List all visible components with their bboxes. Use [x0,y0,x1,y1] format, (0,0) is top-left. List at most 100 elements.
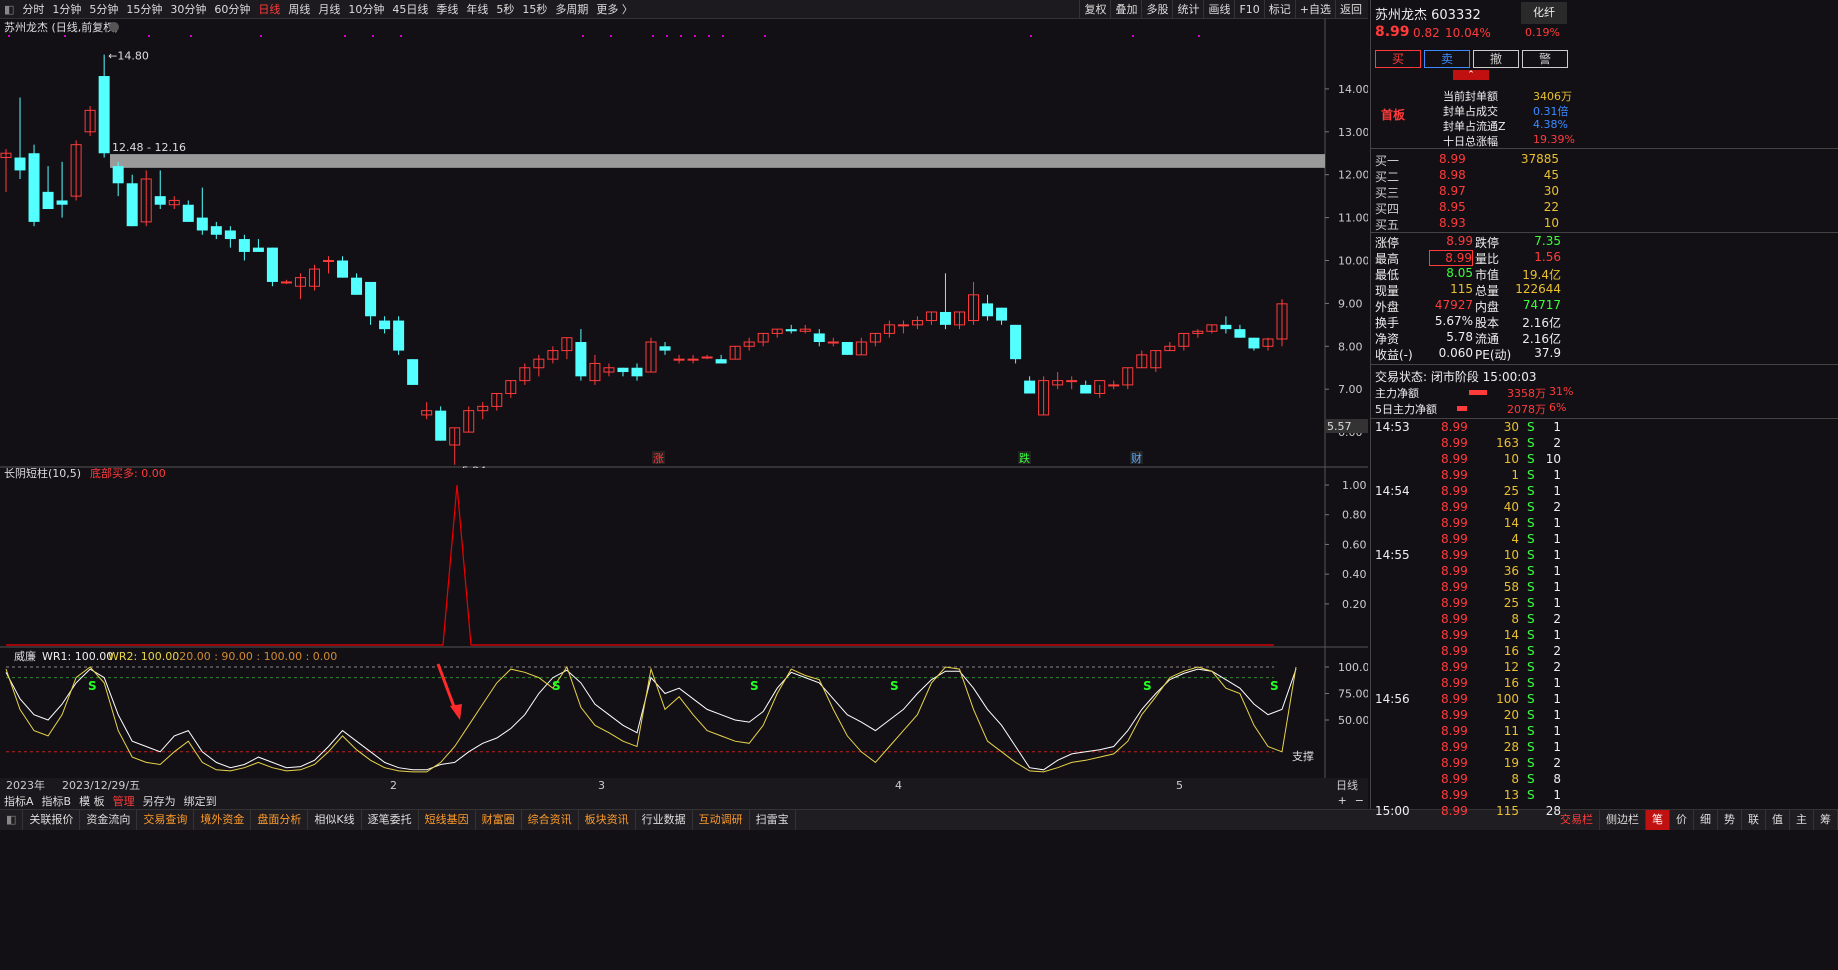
period-7[interactable]: 周线 [284,0,314,19]
layout-icon[interactable]: ◧ [0,0,18,19]
candle-body [182,204,194,222]
indicator-tab-4[interactable]: 另存为 [139,793,180,809]
period-1[interactable]: 1分钟 [48,0,85,19]
bottom-item-11[interactable]: 行业数据 [636,810,693,830]
period-4[interactable]: 30分钟 [166,0,210,19]
period-11[interactable]: 季线 [432,0,462,19]
side-tab-0[interactable]: 笔 [1646,810,1670,830]
bottom-item-8[interactable]: 财富圈 [476,810,522,830]
toolbar-btn-1[interactable]: 叠加 [1110,0,1141,19]
side-tab-2[interactable]: 细 [1694,810,1718,830]
indicator-tab-0[interactable]: 指标A [0,793,38,809]
toolbar-btn-8[interactable]: 返回 [1335,0,1366,19]
signal-dot [708,35,710,37]
toolbar-btn-7[interactable]: +自选 [1294,0,1335,19]
toolbar-btn-6[interactable]: 标记 [1263,0,1295,19]
bottom-item-7[interactable]: 短线基因 [419,810,476,830]
candle-body [14,157,26,171]
tick-side: S [1527,740,1535,754]
period-12[interactable]: 年线 [462,0,492,19]
indicator-tab-1[interactable]: 指标B [38,793,76,809]
candle-body [154,196,166,205]
period-14[interactable]: 15秒 [518,0,551,19]
bottom-item-10[interactable]: 板块资讯 [579,810,636,830]
tick-volume: 8 [1511,612,1519,626]
period-15[interactable]: 多周期 [551,0,592,19]
action-3[interactable]: 警 [1522,50,1568,68]
signal-dot [1030,35,1032,37]
candle[interactable] [435,406,447,441]
event-marker[interactable]: 涨 [653,452,664,465]
collapse-icon[interactable]: ⌃ [1453,70,1489,80]
period-9[interactable]: 10分钟 [344,0,388,19]
bottom-item-13[interactable]: 扫雷宝 [750,810,796,830]
chart-options-icon[interactable] [109,22,119,32]
ytick-label: 14.00 [1338,83,1368,96]
action-1[interactable]: 卖 [1424,50,1470,68]
ind2-tick-label: 100.0 [1338,661,1368,674]
indicator-tab-5[interactable]: 绑定到 [180,793,221,809]
period-6[interactable]: 日线 [254,0,284,19]
candle[interactable] [1010,324,1022,364]
candle[interactable] [407,359,419,385]
bottom-item-12[interactable]: 互动调研 [693,810,750,830]
toolbar-btn-2[interactable]: 多股 [1141,0,1172,19]
sector-tag[interactable]: 化纤 [1521,2,1567,24]
period-3[interactable]: 15分钟 [122,0,166,19]
indicator-tab-2[interactable]: 模 板 [75,793,109,809]
bottom-item-6[interactable]: 逐笔委托 [362,810,419,830]
period-13[interactable]: 5秒 [492,0,518,19]
toolbar-btn-0[interactable]: 复权 [1079,0,1110,19]
xaxis-label: 4 [895,779,902,792]
indicator-williams[interactable]: 威廉 WR1: 100.00WR2: 100.00: 20.00 : 90.00 … [0,648,1368,778]
action-0[interactable]: 买 [1375,50,1421,68]
period-16[interactable]: 更多 〉 [592,0,637,19]
period-2[interactable]: 5分钟 [85,0,122,19]
signal-dot [1132,35,1134,37]
side-tab-3[interactable]: 势 [1718,810,1742,830]
toolbar-btn-3[interactable]: 统计 [1172,0,1203,19]
price-chart[interactable]: 14.0013.0012.0011.0010.009.008.007.006.0… [0,19,1368,468]
bottom-item-1[interactable]: 资金流向 [80,810,138,830]
period-5[interactable]: 60分钟 [210,0,254,19]
bottom-layout-icon[interactable]: ◧ [0,810,24,830]
zoom-in-button[interactable]: + [1334,794,1351,807]
stat-value: 19.4亿 [1522,268,1561,282]
tick-price: 8.99 [1441,484,1468,498]
bid-label: 买五 [1375,218,1400,232]
side-tab-1[interactable]: 价 [1670,810,1694,830]
sidebar-button[interactable]: 侧边栏 [1600,810,1646,830]
tick-volume: 163 [1496,436,1519,450]
period-8[interactable]: 月线 [314,0,344,19]
bottom-item-4[interactable]: 盘面分析 [251,810,309,830]
candle-body [98,76,110,154]
candle[interactable] [28,144,40,227]
tick-volume: 10 [1503,548,1519,562]
bottom-item-9[interactable]: 综合资讯 [522,810,579,830]
candle[interactable] [841,342,853,355]
candle[interactable] [393,316,405,355]
first-board-label: 首板 [1381,108,1406,122]
xaxis-label: 3 [598,779,605,792]
zoom-out-button[interactable]: − [1351,794,1368,807]
bottom-item-2[interactable]: 交易查询 [137,810,195,830]
indicator-long-yin[interactable]: 长阴短柱(10,5) 底部买多: 0.00 1.00 0.80 0.60 0.40 0.20 [0,468,1368,648]
period-0[interactable]: 分时 [18,0,48,19]
event-marker[interactable]: 跌 [1019,451,1030,465]
event-marker[interactable]: 财 [1131,451,1142,465]
bottom-item-0[interactable]: 关联报价 [23,810,81,830]
side-tab-7[interactable]: 筹 [1814,810,1838,830]
tick-price: 8.99 [1441,564,1468,578]
candle[interactable] [266,247,278,287]
side-tab-5[interactable]: 值 [1766,810,1790,830]
tick-volume: 1 [1511,468,1519,482]
action-2[interactable]: 撤 [1473,50,1519,68]
bottom-item-3[interactable]: 境外资金 [194,810,252,830]
side-tab-6[interactable]: 主 [1790,810,1814,830]
toolbar-btn-5[interactable]: F10 [1234,0,1263,19]
period-10[interactable]: 45日线 [388,0,432,19]
bottom-item-5[interactable]: 相似K线 [308,810,362,830]
indicator-tab-3[interactable]: 管理 [109,793,139,809]
toolbar-btn-4[interactable]: 画线 [1203,0,1234,19]
side-tab-4[interactable]: 联 [1742,810,1766,830]
